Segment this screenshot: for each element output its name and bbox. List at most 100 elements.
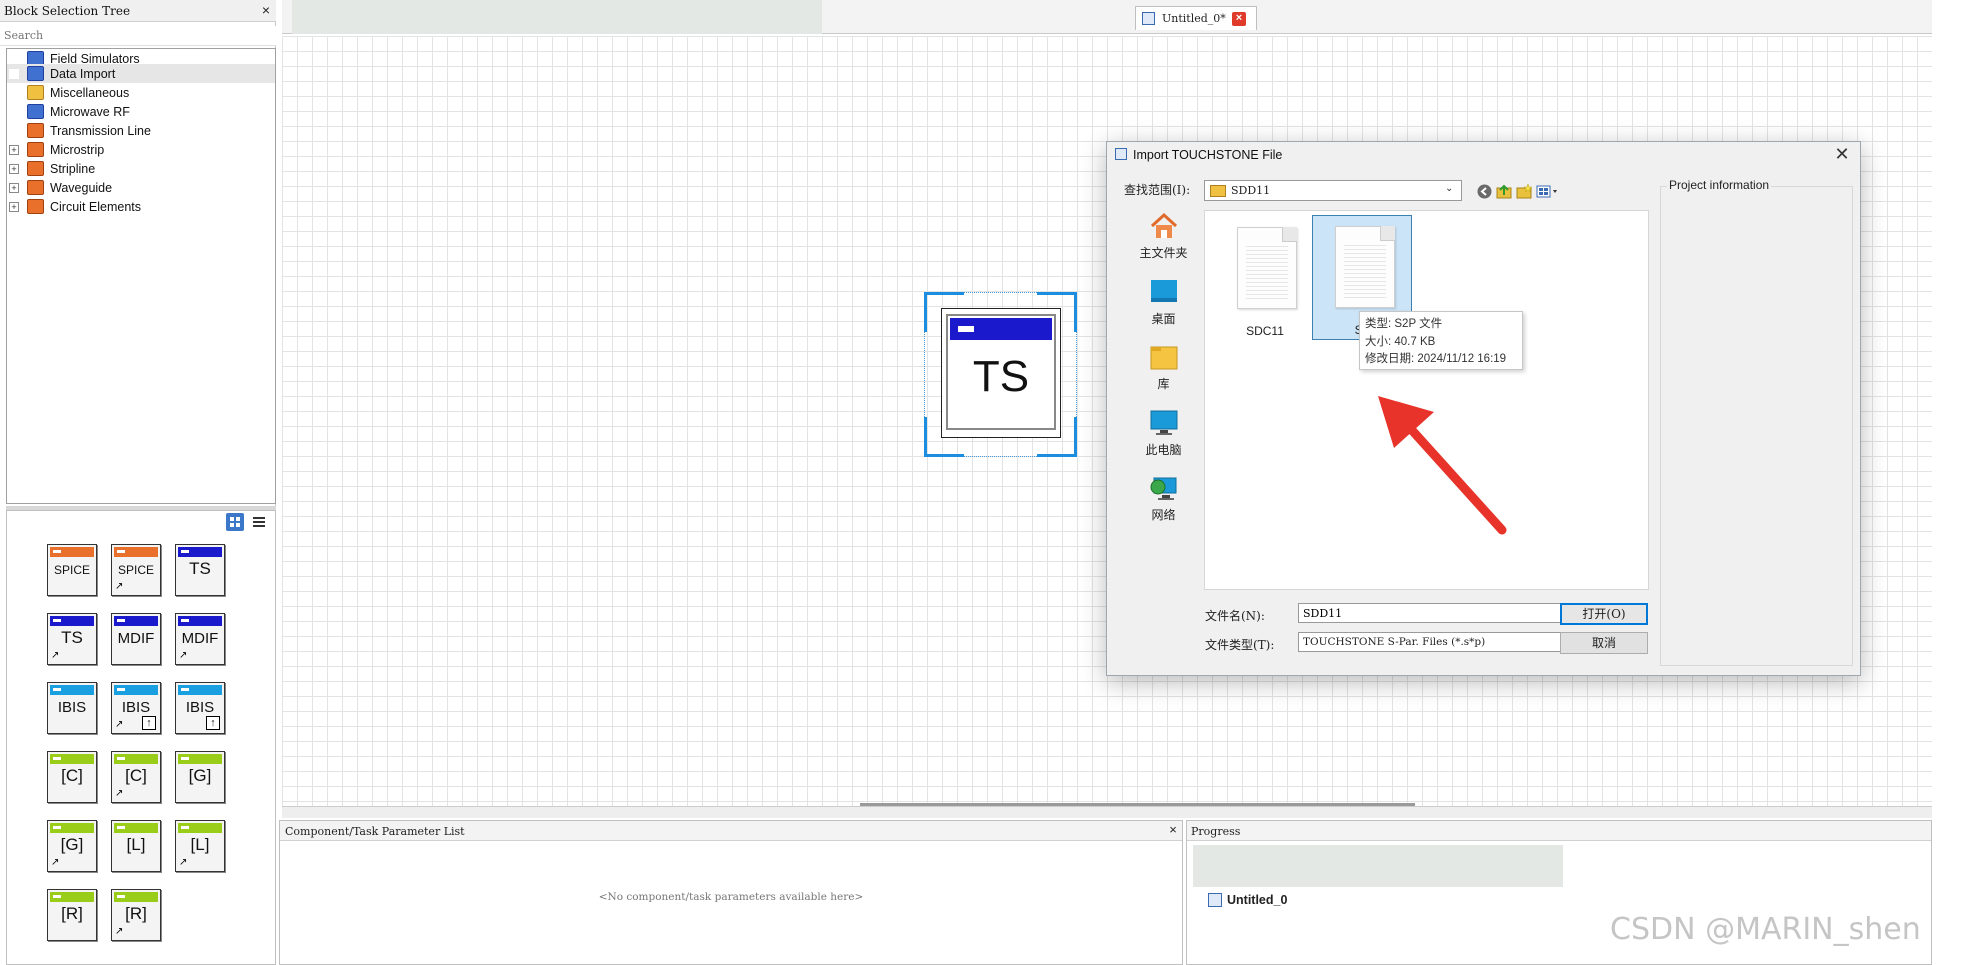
place-home[interactable]: 主文件夹 bbox=[1127, 211, 1200, 271]
tree-item-miscellaneous[interactable]: Miscellaneous bbox=[7, 83, 275, 102]
tree-expander bbox=[9, 125, 19, 136]
tree-expander[interactable]: + bbox=[9, 163, 19, 174]
palette-block-c-link[interactable]: [C] ↗ bbox=[111, 751, 161, 803]
touchstone-block[interactable]: TS bbox=[941, 308, 1061, 438]
list-view-icon[interactable] bbox=[250, 513, 268, 531]
view-menu-icon[interactable] bbox=[1536, 183, 1562, 200]
tree-item-stripline[interactable]: + Stripline bbox=[7, 159, 275, 178]
parameter-panel-close-button[interactable]: × bbox=[1166, 822, 1180, 838]
document-tab-strip: Untitled_0* × bbox=[282, 0, 1932, 34]
tab-untitled-0[interactable]: Untitled_0* × bbox=[1135, 6, 1257, 30]
dialog-close-button[interactable]: ✕ bbox=[1830, 143, 1854, 167]
folder-icon bbox=[27, 123, 44, 138]
back-icon[interactable] bbox=[1476, 183, 1493, 200]
red-arrow-annotation bbox=[1378, 396, 1507, 535]
tree-item-label: Stripline bbox=[50, 161, 96, 176]
palette-block-ibis[interactable]: IBIS bbox=[47, 682, 97, 734]
tree-expander bbox=[9, 68, 19, 79]
tree-item-label: Microstrip bbox=[50, 142, 105, 157]
place-network[interactable]: 网络 bbox=[1127, 473, 1200, 533]
home-icon bbox=[1148, 211, 1180, 241]
look-in-select[interactable]: SDD11 ⌄ bbox=[1204, 180, 1462, 201]
palette-block-c[interactable]: [C] bbox=[47, 751, 97, 803]
tree-search-input[interactable] bbox=[0, 26, 276, 46]
tree-close-button[interactable]: × bbox=[258, 2, 274, 18]
canvas-footer bbox=[282, 806, 1932, 818]
tree-expander bbox=[9, 87, 19, 98]
tab-close-button[interactable]: × bbox=[1232, 12, 1246, 26]
desktop-icon bbox=[1148, 277, 1180, 307]
tree-item-label: Miscellaneous bbox=[50, 85, 130, 100]
touchstone-block-body: TS bbox=[946, 314, 1056, 430]
palette-block-ibis-up[interactable]: IBIS ↑ bbox=[175, 682, 225, 734]
app-icon bbox=[1115, 148, 1127, 160]
tree-item-waveguide[interactable]: + Waveguide bbox=[7, 178, 275, 197]
tree-item-microwave-rf[interactable]: Microwave RF bbox=[7, 102, 275, 121]
tree-title: Block Selection Tree bbox=[4, 4, 131, 18]
tree-expander[interactable]: + bbox=[9, 182, 19, 193]
progress-status-area bbox=[1193, 845, 1563, 887]
palette-block-r[interactable]: [R] bbox=[47, 889, 97, 941]
palette-block-l-link[interactable]: [L] ↗ bbox=[175, 820, 225, 872]
progress-item[interactable]: Untitled_0 bbox=[1227, 893, 1287, 907]
tree-expander[interactable]: + bbox=[9, 144, 19, 155]
up-folder-icon[interactable] bbox=[1496, 183, 1513, 200]
palette-block-l[interactable]: [L] bbox=[111, 820, 161, 872]
folder-icon bbox=[27, 66, 44, 81]
palette-block-g-link[interactable]: [G] ↗ bbox=[47, 820, 97, 872]
tree-item-label: Waveguide bbox=[50, 180, 113, 195]
tooltip-type: 类型: S2P 文件 bbox=[1365, 318, 1443, 330]
palette-block-spice-link[interactable]: SPICE ↗ bbox=[111, 544, 161, 596]
upload-arrow-icon: ↑ bbox=[206, 716, 220, 730]
places-bar: 主文件夹 桌面 库 此电脑 网络 bbox=[1127, 211, 1200, 522]
place-this-pc[interactable]: 此电脑 bbox=[1127, 408, 1200, 468]
new-folder-icon[interactable] bbox=[1516, 183, 1533, 200]
folder-icon bbox=[27, 180, 44, 195]
grid-view-icon[interactable] bbox=[226, 513, 244, 531]
link-arrow-icon: ↗ bbox=[179, 650, 188, 661]
tab-label: Untitled_0* bbox=[1162, 12, 1226, 25]
place-desktop[interactable]: 桌面 bbox=[1127, 277, 1200, 337]
open-button[interactable]: 打开(O) bbox=[1560, 603, 1648, 625]
tree-item-data-import[interactable]: Data Import bbox=[7, 64, 275, 83]
tree-item-label: Data Import bbox=[50, 66, 116, 81]
palette-block-r-link[interactable]: [R] ↗ bbox=[111, 889, 161, 941]
block-tree: Field Simulators Data Import Miscellaneo… bbox=[6, 48, 276, 504]
progress-panel-header: Progress bbox=[1187, 821, 1931, 841]
project-information-label: Project information bbox=[1667, 178, 1772, 192]
document-icon bbox=[1237, 227, 1297, 309]
cancel-button[interactable]: 取消 bbox=[1560, 632, 1648, 654]
place-libraries[interactable]: 库 bbox=[1127, 342, 1200, 402]
folder-icon bbox=[27, 161, 44, 176]
folder-icon bbox=[27, 104, 44, 119]
project-information-group bbox=[1660, 186, 1853, 666]
palette-block-spice[interactable]: SPICE bbox=[47, 544, 97, 596]
chevron-down-icon: ⌄ bbox=[1445, 183, 1454, 194]
parameter-empty-message: <No component/task parameters available … bbox=[598, 891, 864, 903]
computer-icon bbox=[1148, 408, 1180, 438]
palette-block-ibis-link[interactable]: IBIS ↗ ↑ bbox=[111, 682, 161, 734]
tree-expander bbox=[9, 106, 19, 117]
schematic-icon bbox=[1142, 12, 1155, 25]
palette-block-mdif[interactable]: MDIF bbox=[111, 613, 161, 665]
tree-item-transmission-line[interactable]: Transmission Line bbox=[7, 121, 275, 140]
upload-arrow-icon: ↑ bbox=[142, 716, 156, 730]
library-folder-icon bbox=[1148, 342, 1180, 372]
palette-block-g[interactable]: [G] bbox=[175, 751, 225, 803]
tree-expander[interactable]: + bbox=[9, 201, 19, 212]
look-in-label: 查找范围(I): bbox=[1124, 183, 1191, 197]
tree-item-label: Transmission Line bbox=[50, 123, 151, 138]
palette-block-mdif-link[interactable]: MDIF ↗ bbox=[175, 613, 225, 665]
progress-panel-title: Progress bbox=[1191, 825, 1241, 838]
tree-item-circuit-elements[interactable]: + Circuit Elements bbox=[7, 197, 275, 216]
palette-block-ts[interactable]: TS bbox=[175, 544, 225, 596]
tree-expander bbox=[9, 53, 19, 64]
filetype-label: 文件类型(T): bbox=[1205, 638, 1275, 652]
tree-header: Block Selection Tree × bbox=[0, 0, 276, 22]
palette-block-ts-link[interactable]: TS ↗ bbox=[47, 613, 97, 665]
look-in-value: SDD11 bbox=[1231, 184, 1271, 197]
tree-item-microstrip[interactable]: + Microstrip bbox=[7, 140, 275, 159]
schematic-icon bbox=[1208, 893, 1222, 907]
file-item[interactable]: SDC11 bbox=[1215, 217, 1315, 342]
file-tooltip: 类型: S2P 文件 大小: 40.7 KB 修改日期: 2024/11/12 … bbox=[1359, 311, 1523, 370]
